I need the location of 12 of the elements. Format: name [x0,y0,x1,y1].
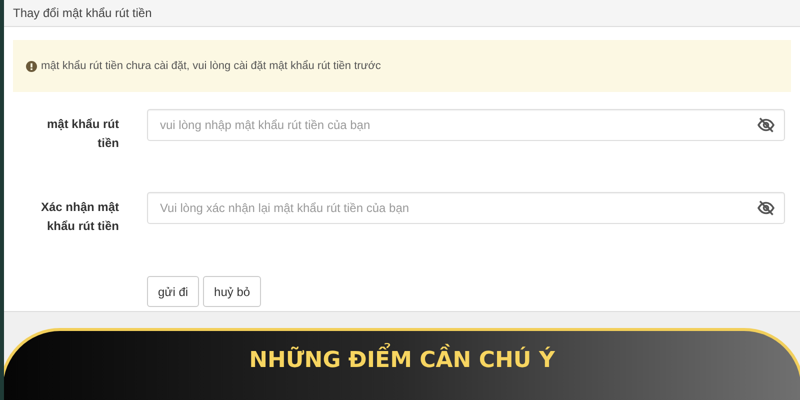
cancel-button[interactable]: huỷ bỏ [203,276,262,307]
submit-button[interactable]: gửi đi [147,276,200,307]
alert-message: mật khẩu rút tiền chưa cài đặt, vui lòng cài đặt mật khẩu rút tiền trước [41,60,381,72]
password-field[interactable]: Vui lòng xác nhận lại mật khẩu rút tiền của bạn [147,192,785,224]
password-field[interactable]: vui lòng nhập mật khẩu rút tiền của bạn [147,109,785,141]
banner-title: NHỮNG ĐIỂM CẦN CHÚ Ý [249,345,555,377]
panel-title: Thay đổi mật khẩu rút tiền [13,6,152,20]
field-label: mật khẩu rút tiền [46,116,119,152]
exclamation-icon [26,60,37,72]
eye-slash-icon[interactable] [757,117,775,133]
eye-slash-icon[interactable] [757,200,775,216]
field-label: Xác nhận mật khẩu rút tiền [40,199,119,235]
